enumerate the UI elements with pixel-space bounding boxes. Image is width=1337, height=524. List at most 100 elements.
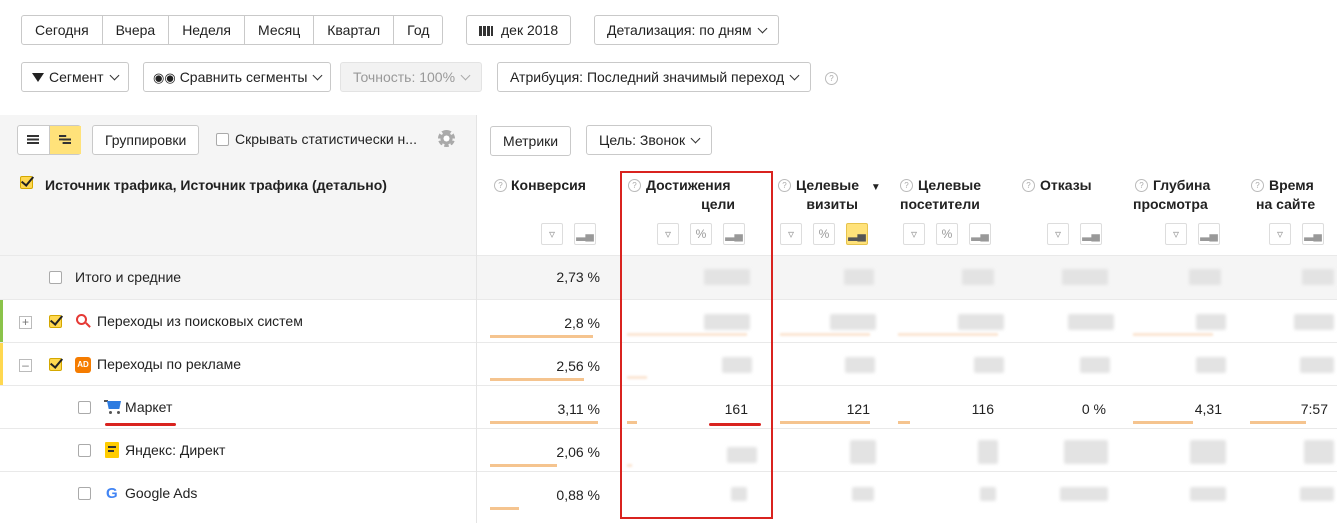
- metric-bar: [780, 421, 870, 424]
- chart-icon[interactable]: ▂▄: [846, 223, 868, 245]
- conversion-value: 0,88 %: [556, 487, 600, 503]
- chevron-down-icon: [789, 70, 800, 81]
- period-quarter[interactable]: Квартал: [314, 16, 395, 44]
- row-label: Яндекс: Директ: [125, 442, 226, 458]
- col-target-visits-2: визиты: [806, 196, 858, 212]
- accuracy-dropdown[interactable]: Точность: 100%: [340, 62, 483, 92]
- help-icon[interactable]: ?: [900, 179, 913, 192]
- direct-icon: [105, 442, 119, 458]
- chart-icon[interactable]: ▂▄: [969, 223, 991, 245]
- col-time-2: на сайте: [1256, 196, 1316, 212]
- help-icon[interactable]: ?: [778, 179, 791, 192]
- filter-icon[interactable]: ▿: [1269, 223, 1291, 245]
- conversion-bar: [490, 421, 598, 424]
- metric-bar: [898, 421, 910, 424]
- conversion-bar: [490, 335, 593, 338]
- compare-segments-button[interactable]: ◉◉ Сравнить сегменты: [143, 62, 332, 92]
- conversion-value: 2,06 %: [556, 444, 600, 460]
- filter-icon[interactable]: ▿: [903, 223, 925, 245]
- dimension-header[interactable]: Источник трафика, Источник трафика (дета…: [45, 176, 387, 195]
- row-label: Переходы по рекламе: [97, 356, 242, 372]
- row-checkbox[interactable]: [49, 271, 62, 284]
- col-conversion[interactable]: Конверсия: [511, 176, 586, 195]
- target-visitors-value: 116: [971, 401, 994, 417]
- col-depth[interactable]: Глубина: [1153, 176, 1210, 195]
- list-icon: [27, 135, 39, 144]
- row-label: Маркет: [125, 399, 173, 415]
- highlight-underline: [105, 423, 176, 426]
- conversion-value: 2,8 %: [564, 315, 600, 331]
- period-selector: Сегодня Вчера Неделя Месяц Квартал Год: [21, 15, 444, 45]
- row-checkbox[interactable]: [78, 401, 91, 414]
- detail-dropdown[interactable]: Детализация: по дням: [594, 15, 779, 45]
- metrics-button[interactable]: Метрики: [490, 126, 572, 156]
- filter-icon[interactable]: ▿: [541, 223, 563, 245]
- attribution-dropdown[interactable]: Атрибуция: Последний значимый переход: [497, 62, 812, 92]
- tree-view-button[interactable]: [49, 126, 81, 154]
- list-view-button[interactable]: [18, 126, 49, 154]
- compare-icon: ◉◉: [153, 70, 176, 85]
- conversion-bar: [490, 464, 557, 467]
- row-checkbox[interactable]: [78, 444, 91, 457]
- chevron-down-icon: [109, 70, 120, 81]
- ad-icon: AD: [75, 357, 91, 373]
- hide-stat-checkbox[interactable]: [216, 133, 229, 146]
- help-icon[interactable]: ?: [1022, 179, 1035, 192]
- help-icon[interactable]: ?: [1135, 179, 1148, 192]
- row-checkbox[interactable]: [78, 487, 91, 500]
- row-label: Переходы из поисковых систем: [97, 313, 303, 329]
- chart-icon[interactable]: ▂▄: [1198, 223, 1220, 245]
- date-picker-button[interactable]: дек 2018: [466, 15, 572, 45]
- groupings-button[interactable]: Группировки: [92, 125, 200, 155]
- conversion-value: 2,73 %: [556, 269, 600, 285]
- col-target-visits[interactable]: Целевые ▼: [796, 176, 881, 197]
- chart-icon[interactable]: ▂▄: [1080, 223, 1102, 245]
- row-checkbox[interactable]: [49, 315, 62, 328]
- chevron-down-icon: [460, 70, 471, 81]
- conversion-bar: [490, 378, 584, 381]
- row-marker: [0, 343, 3, 385]
- col-bounces[interactable]: Отказы: [1040, 176, 1092, 195]
- row-checkbox[interactable]: [49, 358, 62, 371]
- help-icon[interactable]: ?: [494, 179, 507, 192]
- highlight-frame: [620, 171, 773, 519]
- col-time[interactable]: Время: [1269, 176, 1314, 195]
- percent-icon[interactable]: %: [936, 223, 958, 245]
- chart-icon[interactable]: ▂▄: [1302, 223, 1324, 245]
- percent-icon[interactable]: %: [813, 223, 835, 245]
- goal-dropdown[interactable]: Цель: Звонок: [586, 125, 713, 155]
- chart-icon[interactable]: ▂▄: [574, 223, 596, 245]
- filter-icon: [32, 73, 44, 82]
- period-month[interactable]: Месяц: [245, 16, 315, 44]
- period-week[interactable]: Неделя: [169, 16, 246, 44]
- period-today[interactable]: Сегодня: [22, 16, 103, 44]
- period-year[interactable]: Год: [394, 16, 442, 44]
- help-icon[interactable]: ?: [1251, 179, 1264, 192]
- segment-button[interactable]: Сегмент: [21, 62, 129, 92]
- expand-icon[interactable]: +: [19, 316, 32, 329]
- select-all-checkbox[interactable]: [20, 176, 33, 189]
- help-icon[interactable]: ?: [825, 72, 838, 85]
- row-label: Google Ads: [125, 485, 198, 501]
- filter-icon[interactable]: ▿: [780, 223, 802, 245]
- chevron-down-icon: [313, 70, 323, 81]
- filter-icon[interactable]: ▿: [1047, 223, 1069, 245]
- view-toggle: [17, 125, 81, 155]
- sort-desc-icon: ▼: [870, 182, 881, 193]
- period-yesterday[interactable]: Вчера: [103, 16, 170, 44]
- chevron-down-icon: [690, 133, 701, 144]
- time-value: 7:57: [1300, 401, 1328, 417]
- conversion-bar: [490, 507, 519, 510]
- collapse-icon[interactable]: –: [19, 359, 32, 372]
- col-target-visitors-2: посетители: [900, 196, 980, 212]
- chevron-down-icon: [757, 23, 768, 34]
- calendar-icon: [479, 26, 493, 36]
- filter-icon[interactable]: ▿: [1165, 223, 1187, 245]
- cart-icon: [104, 399, 122, 415]
- gear-icon[interactable]: [438, 130, 455, 147]
- conversion-value: 2,56 %: [556, 358, 600, 374]
- bounces-value: 0 %: [1081, 401, 1106, 417]
- depth-value: 4,31: [1194, 401, 1222, 417]
- col-target-visitors[interactable]: Целевые: [918, 176, 981, 195]
- metric-bar: [1250, 421, 1306, 424]
